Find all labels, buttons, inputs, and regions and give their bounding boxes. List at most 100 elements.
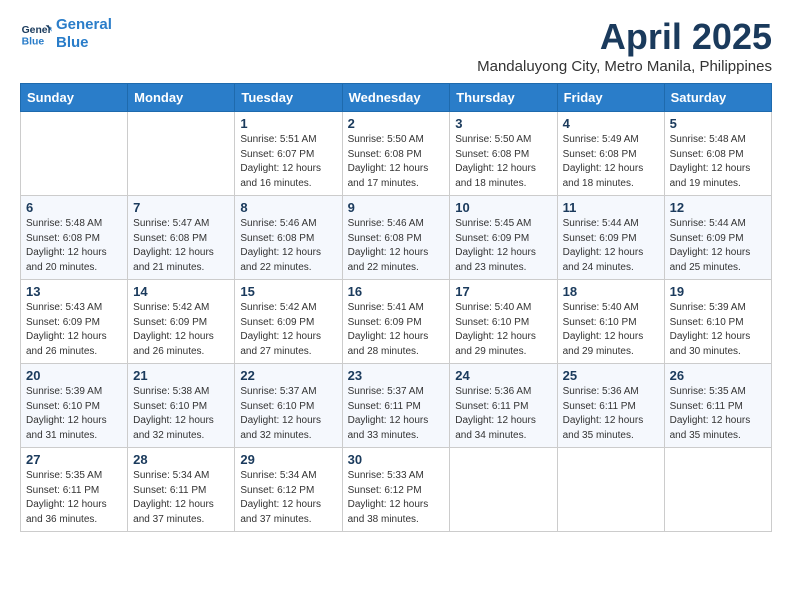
- day-number: 28: [133, 452, 229, 467]
- day-number: 16: [348, 284, 445, 299]
- col-header-saturday: Saturday: [664, 84, 771, 112]
- day-info: Sunrise: 5:36 AM Sunset: 6:11 PM Dayligh…: [563, 385, 659, 443]
- day-cell: [128, 112, 235, 196]
- day-number: 17: [455, 284, 551, 299]
- day-info: Sunrise: 5:43 AM Sunset: 6:09 PM Dayligh…: [26, 301, 122, 359]
- day-info: Sunrise: 5:45 AM Sunset: 6:09 PM Dayligh…: [455, 217, 551, 275]
- day-cell: 29Sunrise: 5:34 AM Sunset: 6:12 PM Dayli…: [235, 448, 342, 532]
- day-number: 30: [348, 452, 445, 467]
- day-number: 5: [670, 116, 766, 131]
- day-cell: 17 Sunrise: 5:40 AM Sunset: 6:10 PM Dayli…: [450, 280, 557, 364]
- day-number: 4: [563, 116, 659, 131]
- day-cell: [450, 448, 557, 532]
- day-number: 24: [455, 368, 551, 383]
- day-info: Sunrise: 5:35 AM Sunset: 6:11 PM Dayligh…: [670, 385, 766, 443]
- day-cell: 3Sunrise: 5:50 AM Sunset: 6:08 PM Daylig…: [450, 112, 557, 196]
- day-cell: 15 Sunrise: 5:42 AM Sunset: 6:09 PM Dayli…: [235, 280, 342, 364]
- page-header: General Blue General Blue April 2025 Man…: [20, 16, 772, 75]
- day-cell: 8Sunrise: 5:46 AM Sunset: 6:08 PM Daylig…: [235, 196, 342, 280]
- day-number: 19: [670, 284, 766, 299]
- day-cell: 2 Sunrise: 5:50 AM Sunset: 6:08 PM Daylig…: [342, 112, 450, 196]
- day-cell: 28Sunrise: 5:34 AM Sunset: 6:11 PM Dayli…: [128, 448, 235, 532]
- svg-text:Blue: Blue: [22, 36, 45, 47]
- day-number: 15: [240, 284, 336, 299]
- calendar-table: SundayMondayTuesdayWednesdayThursdayFrid…: [20, 83, 772, 532]
- day-info: Sunrise: 5:48 AM Sunset: 6:08 PM Dayligh…: [670, 133, 766, 191]
- day-number: 12: [670, 200, 766, 215]
- location-title: Mandaluyong City, Metro Manila, Philippi…: [477, 58, 772, 75]
- day-cell: 13 Sunrise: 5:43 AM Sunset: 6:09 PM Dayli…: [21, 280, 128, 364]
- day-info: Sunrise: 5:50 AM Sunset: 6:08 PM Dayligh…: [348, 133, 445, 191]
- week-row-1: 1 Sunrise: 5:51 AM Sunset: 6:07 PM Daylig…: [21, 112, 772, 196]
- day-cell: 19 Sunrise: 5:39 AM Sunset: 6:10 PM Dayli…: [664, 280, 771, 364]
- day-info: Sunrise: 5:51 AM Sunset: 6:07 PM Dayligh…: [240, 133, 336, 191]
- day-cell: 27 Sunrise: 5:35 AM Sunset: 6:11 PM Dayli…: [21, 448, 128, 532]
- col-header-friday: Friday: [557, 84, 664, 112]
- logo-icon: General Blue: [20, 20, 52, 48]
- day-number: 13: [26, 284, 122, 299]
- day-cell: 9 Sunrise: 5:46 AM Sunset: 6:08 PM Daylig…: [342, 196, 450, 280]
- header-row: SundayMondayTuesdayWednesdayThursdayFrid…: [21, 84, 772, 112]
- day-cell: 16 Sunrise: 5:41 AM Sunset: 6:09 PM Dayli…: [342, 280, 450, 364]
- day-info: Sunrise: 5:36 AM Sunset: 6:11 PM Dayligh…: [455, 385, 551, 443]
- day-cell: 20 Sunrise: 5:39 AM Sunset: 6:10 PM Dayli…: [21, 364, 128, 448]
- day-info: Sunrise: 5:39 AM Sunset: 6:10 PM Dayligh…: [670, 301, 766, 359]
- month-title: April 2025: [477, 16, 772, 58]
- day-cell: 4 Sunrise: 5:49 AM Sunset: 6:08 PM Daylig…: [557, 112, 664, 196]
- day-number: 21: [133, 368, 229, 383]
- col-header-monday: Monday: [128, 84, 235, 112]
- col-header-thursday: Thursday: [450, 84, 557, 112]
- day-number: 6: [26, 200, 122, 215]
- day-number: 26: [670, 368, 766, 383]
- day-cell: [21, 112, 128, 196]
- week-row-3: 13 Sunrise: 5:43 AM Sunset: 6:09 PM Dayli…: [21, 280, 772, 364]
- logo-line2: Blue: [56, 34, 89, 51]
- day-cell: 5 Sunrise: 5:48 AM Sunset: 6:08 PM Daylig…: [664, 112, 771, 196]
- day-number: 9: [348, 200, 445, 215]
- day-number: 27: [26, 452, 122, 467]
- day-cell: 22Sunrise: 5:37 AM Sunset: 6:10 PM Dayli…: [235, 364, 342, 448]
- day-info: Sunrise: 5:42 AM Sunset: 6:09 PM Dayligh…: [133, 301, 229, 359]
- day-number: 20: [26, 368, 122, 383]
- day-cell: 26 Sunrise: 5:35 AM Sunset: 6:11 PM Dayli…: [664, 364, 771, 448]
- day-cell: 25 Sunrise: 5:36 AM Sunset: 6:11 PM Dayli…: [557, 364, 664, 448]
- day-info: Sunrise: 5:41 AM Sunset: 6:09 PM Dayligh…: [348, 301, 445, 359]
- day-info: Sunrise: 5:47 AM Sunset: 6:08 PM Dayligh…: [133, 217, 229, 275]
- day-cell: 21 Sunrise: 5:38 AM Sunset: 6:10 PM Dayli…: [128, 364, 235, 448]
- day-info: Sunrise: 5:40 AM Sunset: 6:10 PM Dayligh…: [563, 301, 659, 359]
- day-info: Sunrise: 5:38 AM Sunset: 6:10 PM Dayligh…: [133, 385, 229, 443]
- day-info: Sunrise: 5:44 AM Sunset: 6:09 PM Dayligh…: [563, 217, 659, 275]
- day-cell: 23Sunrise: 5:37 AM Sunset: 6:11 PM Dayli…: [342, 364, 450, 448]
- day-info: Sunrise: 5:46 AM Sunset: 6:08 PM Dayligh…: [348, 217, 445, 275]
- day-number: 25: [563, 368, 659, 383]
- day-cell: 12 Sunrise: 5:44 AM Sunset: 6:09 PM Dayli…: [664, 196, 771, 280]
- day-number: 1: [240, 116, 336, 131]
- day-cell: 6Sunrise: 5:48 AM Sunset: 6:08 PM Daylig…: [21, 196, 128, 280]
- day-cell: 7Sunrise: 5:47 AM Sunset: 6:08 PM Daylig…: [128, 196, 235, 280]
- day-cell: [664, 448, 771, 532]
- day-info: Sunrise: 5:37 AM Sunset: 6:11 PM Dayligh…: [348, 385, 445, 443]
- day-info: Sunrise: 5:49 AM Sunset: 6:08 PM Dayligh…: [563, 133, 659, 191]
- day-info: Sunrise: 5:39 AM Sunset: 6:10 PM Dayligh…: [26, 385, 122, 443]
- day-number: 2: [348, 116, 445, 131]
- day-cell: 30Sunrise: 5:33 AM Sunset: 6:12 PM Dayli…: [342, 448, 450, 532]
- logo: General Blue General Blue: [20, 16, 112, 52]
- day-cell: 1 Sunrise: 5:51 AM Sunset: 6:07 PM Daylig…: [235, 112, 342, 196]
- week-row-2: 6Sunrise: 5:48 AM Sunset: 6:08 PM Daylig…: [21, 196, 772, 280]
- week-row-5: 27 Sunrise: 5:35 AM Sunset: 6:11 PM Dayli…: [21, 448, 772, 532]
- col-header-wednesday: Wednesday: [342, 84, 450, 112]
- title-block: April 2025 Mandaluyong City, Metro Manil…: [477, 16, 772, 75]
- week-row-4: 20 Sunrise: 5:39 AM Sunset: 6:10 PM Dayli…: [21, 364, 772, 448]
- day-number: 10: [455, 200, 551, 215]
- col-header-tuesday: Tuesday: [235, 84, 342, 112]
- day-info: Sunrise: 5:42 AM Sunset: 6:09 PM Dayligh…: [240, 301, 336, 359]
- day-cell: 10 Sunrise: 5:45 AM Sunset: 6:09 PM Dayli…: [450, 196, 557, 280]
- day-number: 18: [563, 284, 659, 299]
- day-info: Sunrise: 5:35 AM Sunset: 6:11 PM Dayligh…: [26, 469, 122, 527]
- logo-line1: General: [56, 16, 112, 33]
- day-cell: 11 Sunrise: 5:44 AM Sunset: 6:09 PM Dayli…: [557, 196, 664, 280]
- day-info: Sunrise: 5:50 AM Sunset: 6:08 PM Dayligh…: [455, 133, 551, 191]
- day-number: 11: [563, 200, 659, 215]
- day-info: Sunrise: 5:40 AM Sunset: 6:10 PM Dayligh…: [455, 301, 551, 359]
- day-info: Sunrise: 5:44 AM Sunset: 6:09 PM Dayligh…: [670, 217, 766, 275]
